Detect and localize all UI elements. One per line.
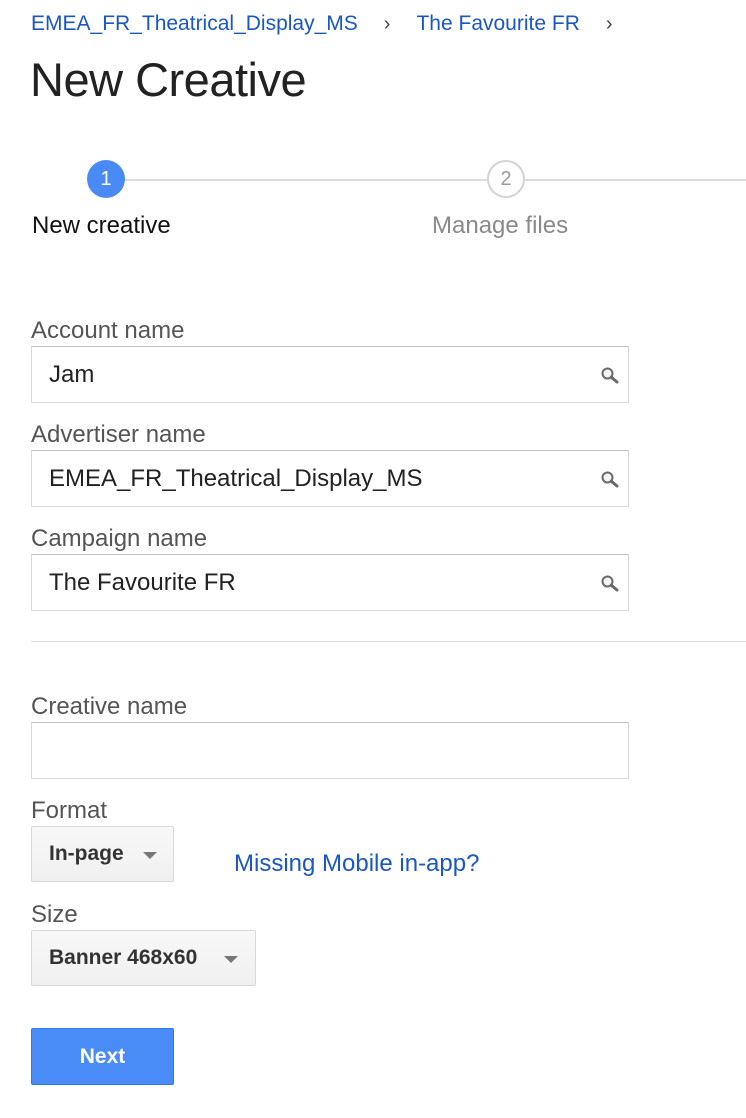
- advertiser-name-input[interactable]: [32, 451, 592, 506]
- format-label: Format: [31, 797, 108, 824]
- breadcrumb-campaign-link[interactable]: The Favourite FR: [416, 12, 579, 35]
- section-divider: [31, 641, 746, 642]
- campaign-name-label: Campaign name: [31, 525, 208, 552]
- format-dropdown[interactable]: In-page: [31, 826, 174, 882]
- stepper-line: [124, 179, 746, 181]
- format-selected-value: In-page: [49, 842, 124, 865]
- creative-name-input[interactable]: [32, 723, 628, 778]
- size-dropdown[interactable]: Banner 468x60: [31, 930, 256, 986]
- step-1-indicator: 1: [87, 160, 125, 198]
- chevron-down-icon: [143, 852, 157, 859]
- next-button[interactable]: Next: [31, 1028, 174, 1085]
- account-name-label: Account name: [31, 317, 185, 344]
- advertiser-name-label: Advertiser name: [31, 421, 206, 448]
- size-label: Size: [31, 901, 78, 928]
- chevron-down-icon: [224, 956, 238, 963]
- creative-name-label: Creative name: [31, 693, 188, 720]
- campaign-name-input[interactable]: [32, 555, 592, 610]
- page-title: New Creative: [30, 53, 307, 106]
- campaign-name-field: [31, 554, 629, 611]
- creative-name-field: [31, 722, 629, 779]
- breadcrumb-separator: ›: [605, 13, 613, 35]
- account-name-field: [31, 346, 629, 403]
- missing-mobile-in-app-link[interactable]: Missing Mobile in-app?: [234, 850, 479, 878]
- breadcrumb: EMEA_FR_Theatrical_Display_MS › The Favour…: [31, 12, 613, 36]
- breadcrumb-advertiser-link[interactable]: EMEA_FR_Theatrical_Display_MS: [31, 12, 358, 35]
- step-2-label: Manage files: [432, 212, 569, 239]
- search-icon[interactable]: [600, 574, 620, 592]
- size-selected-value: Banner 468x60: [49, 946, 198, 969]
- search-icon[interactable]: [600, 470, 620, 488]
- breadcrumb-separator: ›: [383, 13, 391, 35]
- step-1-label: New creative: [32, 212, 171, 239]
- step-2-indicator: 2: [487, 160, 525, 198]
- new-creative-page: EMEA_FR_Theatrical_Display_MS › The Favour…: [0, 0, 746, 1118]
- search-icon[interactable]: [600, 366, 620, 384]
- advertiser-name-field: [31, 450, 629, 507]
- account-name-input[interactable]: [32, 347, 592, 402]
